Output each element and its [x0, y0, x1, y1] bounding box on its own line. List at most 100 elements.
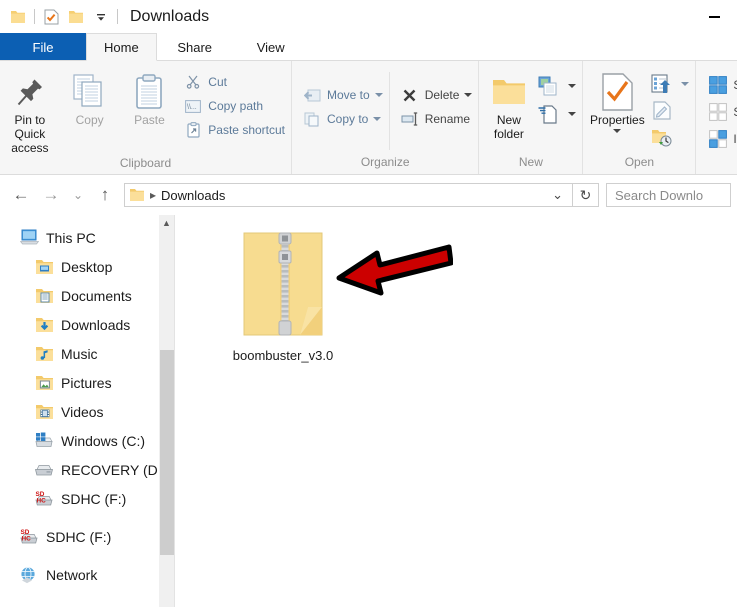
paste-shortcut-icon — [182, 122, 204, 138]
breadcrumb[interactable]: ▸ Downloads ⌄ — [124, 183, 573, 207]
history-button[interactable] — [647, 124, 695, 151]
nav-item-this-pc[interactable]: This PC — [0, 223, 174, 252]
file-name-label: boombuster_v3.0 — [232, 348, 334, 363]
forward-button[interactable]: → — [36, 180, 66, 210]
nav-item-downloads[interactable]: Downloads — [0, 310, 174, 339]
open-small-buttons — [647, 67, 695, 151]
recent-locations-button[interactable]: ⌄ — [66, 180, 90, 210]
title-bar: Downloads — [0, 0, 737, 33]
back-button[interactable]: ← — [6, 180, 36, 210]
move-to-button[interactable]: Move to — [298, 83, 389, 107]
chevron-down-icon[interactable] — [92, 8, 110, 26]
clipboard-small-buttons: Cut \\... Copy path Paste shortcut — [179, 67, 291, 142]
paste-icon — [135, 71, 163, 113]
paste-button[interactable]: Paste — [120, 67, 180, 127]
cut-label: Cut — [208, 75, 227, 89]
tab-home[interactable]: Home — [86, 33, 157, 61]
tab-share[interactable]: Share — [157, 33, 233, 61]
nav-item-desktop[interactable]: Desktop — [0, 252, 174, 281]
scroll-up-icon[interactable]: ▲ — [159, 215, 174, 231]
breadcrumb-separator[interactable]: ▸ — [150, 188, 156, 202]
new-item-button[interactable] — [534, 72, 582, 100]
refresh-button[interactable]: ↻ — [573, 183, 599, 207]
paste-label: Paste — [134, 113, 165, 127]
zip-archive-icon — [240, 229, 326, 342]
navigation-pane: This PC Desktop Documents Downloads Musi… — [0, 215, 174, 607]
tab-file[interactable]: File — [0, 33, 86, 61]
cut-button[interactable]: Cut — [179, 70, 291, 94]
chevron-down-icon[interactable] — [373, 117, 382, 121]
copy-to-button[interactable]: Copy to — [298, 107, 389, 131]
easy-access-icon — [537, 104, 559, 124]
desktop-folder-icon — [33, 257, 55, 277]
select-none-button[interactable]: Se — [704, 98, 737, 125]
nav-item-sdhc-f-root[interactable]: SD HC SDHC (F:) — [0, 522, 174, 551]
copy-button[interactable]: Copy — [60, 67, 120, 127]
qat-separator-2 — [117, 9, 118, 24]
up-button[interactable]: ↑ — [90, 180, 120, 210]
select-all-button[interactable]: Se — [704, 71, 737, 98]
copy-path-button[interactable]: \\... Copy path — [179, 94, 291, 118]
search-input[interactable]: Search Downlo — [606, 183, 731, 207]
copy-icon — [73, 71, 107, 113]
chevron-down-icon[interactable] — [613, 129, 622, 133]
qat-separator-1 — [34, 9, 35, 24]
open-icon — [650, 73, 672, 94]
new-item-icon — [537, 76, 559, 96]
file-item-boombuster[interactable]: boombuster_v3.0 — [223, 229, 343, 363]
group-label-organize: Organize — [360, 155, 410, 169]
pin-to-quick-access-button[interactable]: Pin to Quick access — [0, 67, 60, 155]
chevron-down-icon[interactable] — [374, 93, 383, 97]
nav-item-network[interactable]: Network — [0, 560, 174, 589]
nav-item-music[interactable]: Music — [0, 339, 174, 368]
copy-path-label: Copy path — [208, 99, 263, 113]
copy-path-icon: \\... — [182, 99, 204, 113]
select-small-buttons: Se Se — [704, 67, 737, 152]
folder-icon[interactable] — [9, 8, 27, 26]
nav-item-documents[interactable]: Documents — [0, 281, 174, 310]
group-label-select — [696, 154, 737, 174]
rename-button[interactable]: Rename — [396, 107, 479, 131]
nav-item-label: SDHC (F:) — [46, 528, 112, 545]
ribbon-tab-strip: File Home Share View — [0, 33, 737, 61]
documents-folder-icon — [33, 286, 55, 306]
delete-label: Delete — [424, 88, 460, 102]
nav-item-label: Network — [46, 566, 98, 583]
address-bar: ← → ⌄ ↑ ▸ Downloads ⌄ ↻ Search Downlo — [0, 175, 737, 215]
pin-to-quick-access-label: Pin to Quick access — [11, 113, 49, 155]
easy-access-button[interactable] — [534, 100, 582, 128]
delete-button[interactable]: Delete — [396, 83, 479, 107]
nav-item-pictures[interactable]: Pictures — [0, 368, 174, 397]
open-button[interactable] — [647, 70, 695, 97]
red-arrow-annotation — [333, 241, 454, 302]
nav-item-videos[interactable]: Videos — [0, 397, 174, 426]
nav-item-windows-c[interactable]: Windows (C:) — [0, 426, 174, 455]
scrollbar-thumb[interactable] — [160, 350, 174, 555]
move-to-icon — [301, 88, 323, 103]
chevron-down-icon[interactable] — [681, 81, 690, 86]
new-folder-button[interactable]: New folder — [483, 67, 534, 141]
rename-icon — [399, 112, 421, 126]
nav-item-sdhc-f-child[interactable]: SD HC SDHC (F:) — [0, 484, 174, 513]
edit-button[interactable] — [647, 97, 695, 124]
downloads-folder-icon — [33, 315, 55, 335]
properties-button[interactable]: Properties — [587, 67, 647, 133]
tab-view[interactable]: View — [233, 33, 309, 61]
chevron-down-icon[interactable] — [568, 112, 577, 116]
nav-item-label: Desktop — [61, 258, 113, 275]
nav-item-label: Windows (C:) — [61, 432, 146, 449]
invert-selection-button[interactable]: In — [704, 125, 737, 152]
minimize-button[interactable] — [691, 0, 737, 33]
chevron-down-icon[interactable] — [568, 84, 577, 88]
chevron-down-icon[interactable] — [464, 93, 473, 97]
breadcrumb-item-downloads[interactable]: Downloads — [161, 188, 225, 203]
file-list-view[interactable]: boombuster_v3.0 — [175, 215, 737, 607]
new-folder-icon[interactable] — [67, 8, 85, 26]
ribbon-group-new: New folder New — [479, 61, 584, 174]
properties-icon[interactable] — [42, 8, 60, 26]
paste-shortcut-button[interactable]: Paste shortcut — [179, 118, 291, 142]
nav-item-recovery-d[interactable]: RECOVERY (D:) — [0, 455, 174, 484]
ribbon-group-select: Se Se — [696, 61, 737, 174]
nav-pane-scrollbar[interactable]: ▲ — [158, 215, 174, 607]
chevron-down-icon[interactable]: ⌄ — [547, 187, 568, 203]
